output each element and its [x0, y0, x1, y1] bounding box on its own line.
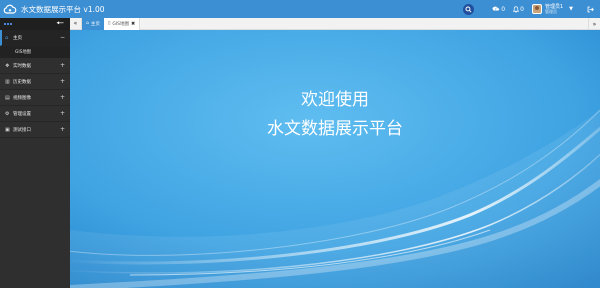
expand-toggle[interactable]: + — [60, 110, 65, 117]
main-content: 欢迎使用 水文数据展示平台 — [70, 30, 600, 288]
tabs-scroll-right-button[interactable]: » — [588, 18, 600, 30]
chart-icon: ▥ — [5, 78, 10, 85]
collapse-sidebar-arrow-icon[interactable]: 🠔 — [56, 20, 64, 29]
alerts-count: 0 — [520, 5, 524, 13]
close-tab-icon[interactable]: ✖ — [131, 21, 135, 27]
messages-count: 0 — [501, 5, 506, 13]
sidebar-item-settings[interactable]: ⚙ 管理设置 + — [0, 106, 70, 122]
chat-icon — [492, 6, 500, 12]
welcome-title-line1: 欢迎使用 — [301, 90, 369, 110]
sidebar-subitem-gis-map[interactable]: GIS地图 — [0, 46, 70, 58]
expand-toggle[interactable]: + — [60, 62, 65, 69]
alerts-button[interactable]: 0 — [513, 6, 524, 13]
sidebar-item-label: 历史数据 — [13, 79, 31, 85]
sidebar-item-label: 管理设置 — [13, 111, 31, 117]
tab-label: 主页 — [90, 21, 100, 27]
chevron-down-icon[interactable]: ▼ — [569, 6, 573, 12]
document-icon: ▯ — [107, 21, 111, 26]
film-icon: ▤ — [5, 94, 10, 101]
sidebar-item-video-images[interactable]: ▤ 视频图像 + — [0, 90, 70, 106]
sidebar-item-test-interface[interactable]: ▣ 测试接口 + — [0, 122, 70, 138]
tabs-scroll-left-button[interactable]: « — [70, 17, 82, 30]
grid-menu-icon[interactable] — [4, 23, 12, 25]
app-title: 水文数据展示平台 v1.00 — [21, 4, 105, 14]
sidebar-subitem-label: GIS地图 — [15, 50, 31, 55]
sidebar: 🠔 ⌂ 主页 − GIS地图 ❖ 实时数据 + ▥ 历史数据 + ▤ 视频图像 … — [0, 18, 70, 288]
sidebar-header: 🠔 — [0, 18, 70, 30]
top-bar: 水文数据展示平台 v1.00 0 0 管理员1 管理员 ▼ — [0, 0, 600, 18]
tab-home[interactable]: ⌂ 主页 — [82, 17, 104, 30]
avatar[interactable] — [531, 4, 542, 14]
sidebar-item-label: 主页 — [13, 35, 22, 41]
sidebar-item-realtime-data[interactable]: ❖ 实时数据 + — [0, 58, 70, 74]
sidebar-item-label: 实时数据 — [13, 63, 31, 69]
sidebar-item-home[interactable]: ⌂ 主页 − — [0, 30, 70, 46]
sidebar-item-label: 测试接口 — [13, 127, 31, 133]
expand-toggle[interactable]: + — [60, 126, 65, 133]
search-icon — [465, 5, 472, 13]
sidebar-item-history-data[interactable]: ▥ 历史数据 + — [0, 74, 70, 90]
wave-background — [70, 30, 600, 288]
user-role: 管理员 — [544, 8, 557, 14]
sidebar-item-label: 视频图像 — [13, 95, 31, 101]
logout-icon[interactable] — [587, 6, 594, 13]
document-icon: ▣ — [5, 126, 10, 133]
search-button[interactable] — [463, 3, 475, 15]
collapse-toggle[interactable]: − — [60, 34, 65, 41]
tab-bar: « ⌂ 主页 ▯ GIS地图 ✖ » — [70, 17, 600, 30]
tab-label: GIS地图 — [112, 21, 130, 27]
home-icon: ⌂ — [5, 34, 9, 41]
user-menu[interactable]: 管理员1 管理员 — [544, 4, 563, 14]
cogs-icon: ⚙ — [5, 110, 10, 117]
expand-toggle[interactable]: + — [60, 94, 65, 101]
expand-toggle[interactable]: + — [60, 78, 65, 85]
bell-icon — [513, 5, 520, 13]
cubes-icon: ❖ — [5, 62, 10, 69]
top-right-controls: 0 0 管理员1 管理员 ▼ — [463, 0, 600, 18]
cloud-logo-icon — [3, 4, 17, 14]
messages-button[interactable]: 0 — [492, 6, 505, 13]
home-icon: ⌂ — [86, 21, 89, 26]
welcome-title-line2: 水文数据展示平台 — [267, 119, 403, 139]
tab-gis-map[interactable]: ▯ GIS地图 ✖ — [103, 17, 141, 30]
